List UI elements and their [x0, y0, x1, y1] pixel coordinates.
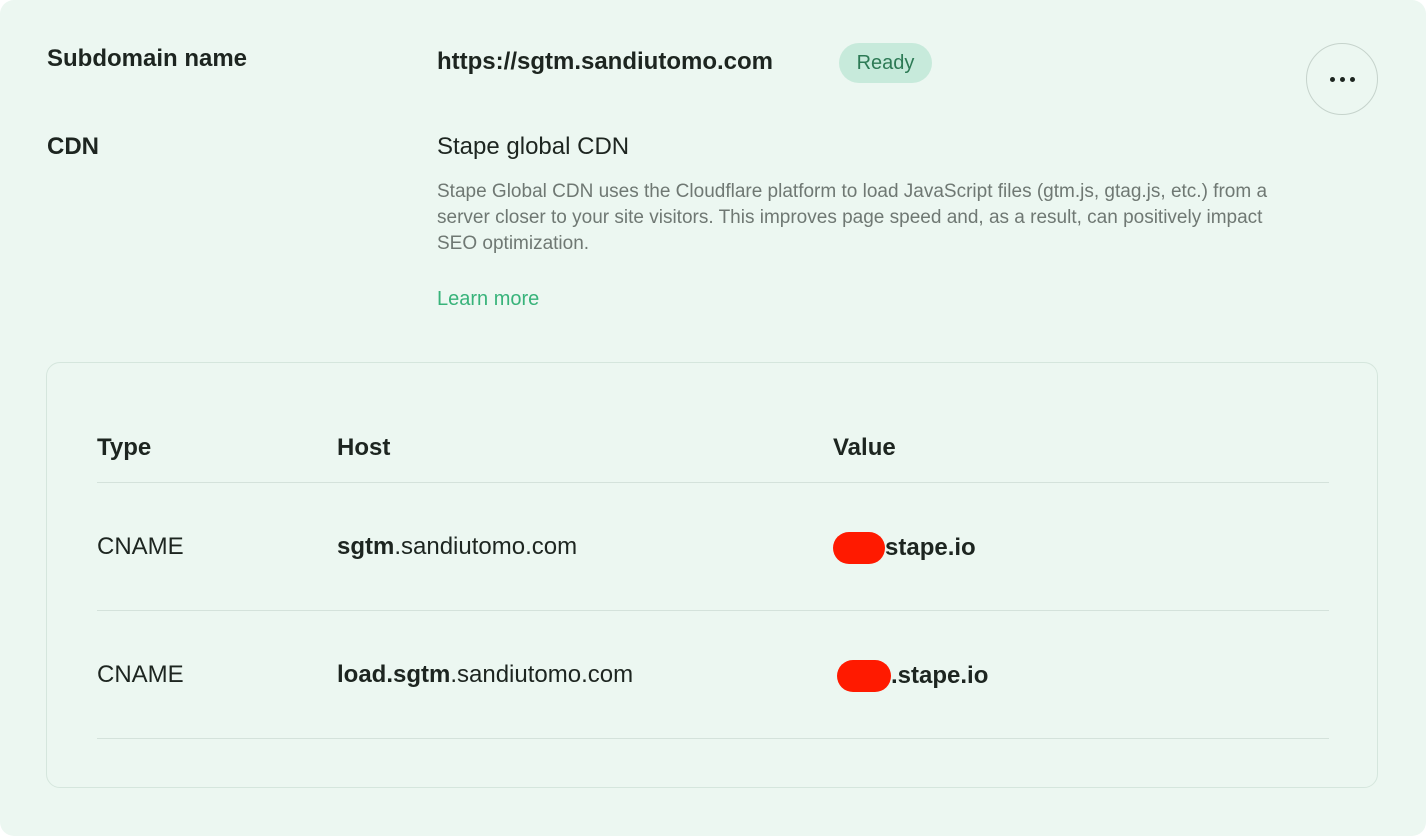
- host-prefix: load.sgtm: [337, 661, 451, 688]
- more-horizontal-icon: [1329, 76, 1355, 82]
- type-column-header: Type: [97, 434, 152, 461]
- subdomain-card: Subdomain name https://sgtm.sandiutomo.c…: [0, 0, 1426, 836]
- cdn-name: Stape global CDN: [437, 133, 630, 160]
- redaction-mark: [837, 660, 891, 692]
- dns-records-table: Type Host Value CNAME sgtm.sandiutomo.co…: [46, 362, 1378, 788]
- host-domain: .sandiutomo.com: [450, 661, 634, 688]
- table-header-row: Type Host Value: [97, 433, 1329, 483]
- record-host: sgtm.sandiutomo.com: [337, 532, 577, 562]
- value-suffix: stape.io: [885, 534, 976, 561]
- subdomain-name-label: Subdomain name: [47, 45, 248, 72]
- table-row: CNAME sgtm.sandiutomo.com stape.io: [97, 483, 1329, 611]
- cdn-label: CDN: [47, 133, 99, 160]
- cdn-description: Stape Global CDN uses the Cloudflare pla…: [437, 181, 1268, 254]
- record-value: stape.io: [833, 532, 976, 564]
- host-prefix: sgtm: [337, 533, 395, 560]
- more-options-button[interactable]: [1306, 43, 1378, 115]
- value-suffix: .stape.io: [891, 662, 989, 689]
- record-type: CNAME: [97, 533, 184, 560]
- record-host: load.sgtm.sandiutomo.com: [337, 660, 633, 690]
- host-column-header: Host: [337, 434, 391, 461]
- redaction-mark: [833, 532, 885, 564]
- record-value: .stape.io: [833, 660, 988, 692]
- table-row: CNAME load.sgtm.sandiutomo.com .stape.io: [97, 611, 1329, 739]
- learn-more-link[interactable]: Learn more: [437, 288, 539, 311]
- host-domain: .sandiutomo.com: [394, 533, 578, 560]
- record-type: CNAME: [97, 661, 184, 688]
- status-badge: Ready: [839, 43, 932, 83]
- value-column-header: Value: [833, 434, 896, 461]
- subdomain-url: https://sgtm.sandiutomo.com: [437, 48, 773, 75]
